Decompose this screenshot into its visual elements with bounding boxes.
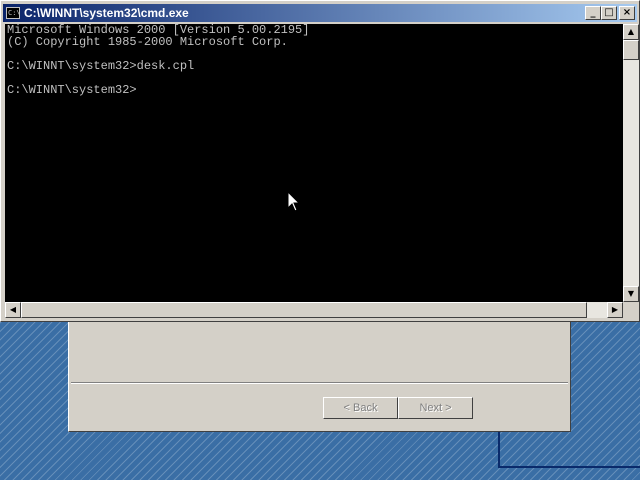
console-prompt[interactable]: C:\WINNT\system32> xyxy=(5,84,623,96)
wizard-dialog: < Back Next > xyxy=(68,320,571,432)
close-icon[interactable]: × xyxy=(619,6,635,20)
next-button[interactable]: Next > xyxy=(398,397,473,419)
console-output[interactable]: Microsoft Windows 2000 [Version 5.00.219… xyxy=(5,24,623,302)
scrollbar-corner xyxy=(623,302,639,318)
title-bar[interactable]: C:\ C:\WINNT\system32\cmd.exe _ □ × xyxy=(3,4,637,22)
window-title: C:\WINNT\system32\cmd.exe xyxy=(24,6,189,20)
scroll-right-icon[interactable]: ▶ xyxy=(607,302,623,318)
console-line: C:\WINNT\system32>desk.cpl xyxy=(7,59,195,73)
vertical-scroll-thumb[interactable] xyxy=(623,40,639,60)
scroll-down-icon[interactable]: ▼ xyxy=(623,286,639,302)
scroll-up-icon[interactable]: ▲ xyxy=(623,24,639,40)
back-button[interactable]: < Back xyxy=(323,397,398,419)
maximize-icon[interactable]: □ xyxy=(601,6,617,20)
scroll-left-icon[interactable]: ◀ xyxy=(5,302,21,318)
window-controls: _ □ × xyxy=(585,6,635,20)
vertical-scrollbar[interactable]: ▲ ▼ xyxy=(623,24,639,302)
horizontal-scroll-thumb[interactable] xyxy=(21,302,587,318)
minimize-icon[interactable]: _ xyxy=(585,6,601,20)
console-app-icon[interactable]: C:\ xyxy=(6,7,20,19)
horizontal-scrollbar[interactable]: ◀ ▶ xyxy=(5,302,623,318)
mouse-pointer-icon xyxy=(287,191,301,212)
cmd-window: C:\ C:\WINNT\system32\cmd.exe _ □ × Micr… xyxy=(0,0,640,322)
console-line: (C) Copyright 1985-2000 Microsoft Corp. xyxy=(7,35,288,49)
wizard-separator xyxy=(71,382,568,384)
